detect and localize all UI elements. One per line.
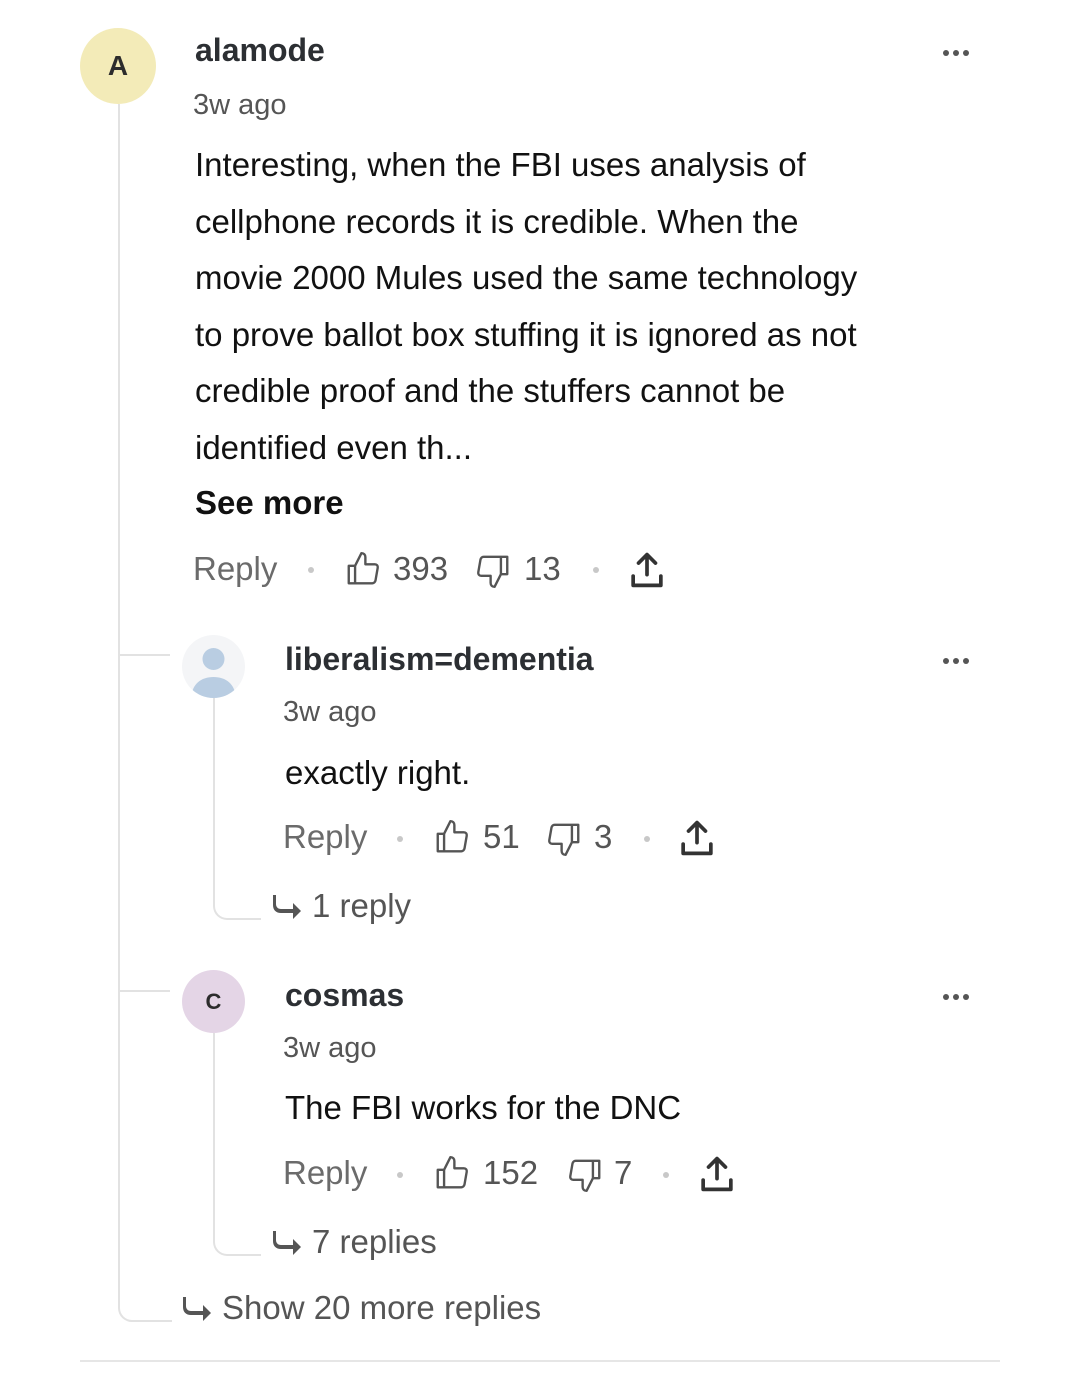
thread-connector xyxy=(118,1296,172,1322)
comment-body-line: movie 2000 Mules used the same technolog… xyxy=(195,259,858,296)
share-icon[interactable] xyxy=(698,1154,736,1194)
share-icon[interactable] xyxy=(678,818,716,858)
comment-body-line: identified even th... xyxy=(195,428,473,466)
avatar[interactable]: A xyxy=(80,28,156,104)
comment-body-line: credible proof and the stuffers cannot b… xyxy=(195,372,786,409)
comment-author[interactable]: alamode xyxy=(195,32,325,69)
like-count: 51 xyxy=(483,818,520,855)
more-options-icon[interactable] xyxy=(943,658,969,664)
see-more-button[interactable]: See more xyxy=(195,484,344,522)
view-replies-link[interactable]: 7 replies xyxy=(272,1223,437,1261)
show-more-replies-label: Show 20 more replies xyxy=(222,1289,542,1326)
share-icon[interactable] xyxy=(628,550,666,590)
avatar[interactable]: C xyxy=(182,970,245,1033)
thumbs-down-icon[interactable] xyxy=(545,820,583,858)
thread-line xyxy=(118,104,120,1308)
reply-button[interactable]: Reply xyxy=(283,1154,367,1192)
dislike-count: 7 xyxy=(614,1154,633,1191)
thumbs-up-icon[interactable] xyxy=(433,818,471,856)
like-count: 152 xyxy=(483,1154,539,1191)
separator-dot xyxy=(593,567,599,573)
thread-connector xyxy=(118,630,170,656)
reply-time: 3w ago xyxy=(283,696,377,728)
reply-author[interactable]: liberalism=dementia xyxy=(285,641,594,678)
reply-time: 3w ago xyxy=(283,1032,377,1064)
show-more-replies-link[interactable]: Show 20 more replies xyxy=(182,1289,541,1327)
thread-line xyxy=(213,1033,261,1256)
thread-connector xyxy=(118,966,170,992)
separator-dot xyxy=(644,836,650,842)
person-placeholder-icon xyxy=(191,648,236,698)
more-options-icon[interactable] xyxy=(943,50,969,56)
more-options-icon[interactable] xyxy=(943,994,969,1000)
reply-body: The FBI works for the DNC xyxy=(285,1089,682,1126)
thumbs-up-icon[interactable] xyxy=(433,1154,471,1192)
view-replies-label: 7 replies xyxy=(312,1223,437,1260)
separator-dot xyxy=(397,1172,403,1178)
reply-button[interactable]: Reply xyxy=(193,550,277,588)
separator-dot xyxy=(397,836,403,842)
comment-body-line: to prove ballot box stuffing it is ignor… xyxy=(195,315,857,353)
view-replies-label: 1 reply xyxy=(312,887,412,924)
comment-time: 3w ago xyxy=(193,89,287,121)
thumbs-up-icon[interactable] xyxy=(344,550,382,588)
view-replies-link[interactable]: 1 reply xyxy=(272,887,411,925)
comment-body-line: cellphone records it is credible. When t… xyxy=(195,202,799,240)
comment-body: Interesting, when the FBI uses analysis … xyxy=(195,137,995,476)
reply-author[interactable]: cosmas xyxy=(285,977,404,1014)
separator-dot xyxy=(308,567,314,573)
like-count: 393 xyxy=(393,550,449,587)
thumbs-down-icon[interactable] xyxy=(566,1156,604,1194)
reply-arrow-icon xyxy=(273,1231,301,1255)
reply-body: exactly right. xyxy=(285,754,471,791)
separator-dot xyxy=(663,1172,669,1178)
thumbs-down-icon[interactable] xyxy=(474,552,512,590)
reply-button[interactable]: Reply xyxy=(283,818,367,856)
comment-body-line: Interesting, when the FBI uses analysis … xyxy=(195,146,806,183)
reply-arrow-icon xyxy=(183,1297,211,1321)
reply-arrow-icon xyxy=(273,895,301,919)
thread-line xyxy=(213,698,261,920)
divider xyxy=(80,1360,1000,1362)
dislike-count: 3 xyxy=(594,818,613,855)
avatar[interactable] xyxy=(182,635,245,698)
dislike-count: 13 xyxy=(524,550,561,587)
